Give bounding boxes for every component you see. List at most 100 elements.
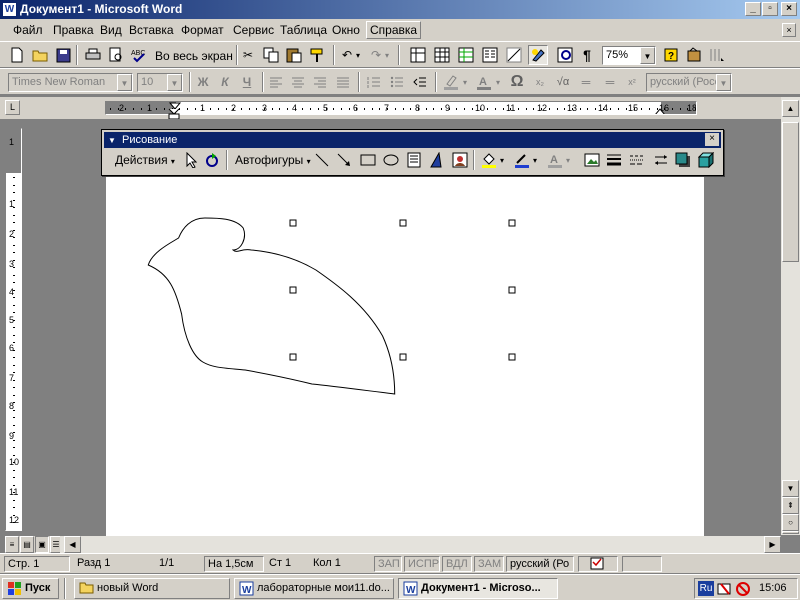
drawing-toolbar-title-bar[interactable]: ▼ Рисование × [104, 132, 721, 148]
line-color-icon[interactable] [512, 150, 532, 170]
selection-handle[interactable] [508, 219, 516, 227]
right-indent-marker[interactable] [654, 104, 668, 115]
redo-dropdown-icon[interactable]: ▾ [382, 45, 392, 65]
spelling-icon[interactable]: ABC [129, 45, 149, 65]
status-extend[interactable]: ВДЛ [442, 556, 472, 572]
menu-view[interactable]: Вид [100, 23, 122, 37]
document-map-icon[interactable] [555, 45, 575, 65]
arrow-style-icon[interactable] [651, 150, 671, 170]
show-formatting-icon[interactable]: ¶ [577, 45, 597, 65]
normal-view-button[interactable]: ≡ [5, 536, 19, 553]
status-language[interactable]: русский (Ро [506, 556, 574, 572]
menu-format[interactable]: Формат [181, 23, 224, 37]
copy-icon[interactable] [261, 45, 281, 65]
menu-file[interactable]: Файл [13, 23, 43, 37]
rectangle-tool-icon[interactable] [358, 150, 378, 170]
align-left-icon[interactable] [266, 72, 286, 92]
task-button-folder[interactable]: новый Word [74, 578, 230, 599]
selection-handle[interactable] [508, 353, 516, 361]
columns-icon[interactable] [480, 45, 500, 65]
task-button-document1[interactable]: W Документ1 - Microso... [398, 578, 558, 599]
help-icon[interactable]: ? [661, 45, 681, 65]
bullets-icon[interactable] [387, 72, 407, 92]
web-view-button[interactable]: ▤ [20, 536, 34, 553]
actions-menu-button[interactable]: Действия ▾ [115, 153, 175, 167]
clip-art-icon[interactable] [450, 150, 470, 170]
vertical-scroll-thumb[interactable] [782, 122, 799, 262]
task-button-lab-doc[interactable]: W лабораторные мои11.do... [234, 578, 394, 599]
menu-window[interactable]: Окно [332, 23, 360, 37]
spelling-status-icon[interactable] [578, 556, 618, 572]
antivirus-icon[interactable] [717, 581, 733, 600]
menu-help[interactable]: Справка [366, 21, 422, 39]
align-center-icon[interactable] [288, 72, 308, 92]
numbering-icon[interactable] [364, 72, 384, 92]
start-button[interactable]: Пуск [2, 578, 59, 599]
office-assistant-icon[interactable] [684, 45, 704, 65]
document-close-button[interactable]: × [782, 23, 796, 37]
draw-font-color-icon[interactable]: A [545, 150, 565, 170]
volume-muted-icon[interactable] [735, 581, 751, 600]
document-page[interactable] [106, 130, 704, 536]
vertical-ruler[interactable]: 1 1 2 3 4 5 6 7 8 9 10 11 12 [5, 128, 22, 531]
highlight-dropdown-icon[interactable]: ▾ [460, 72, 470, 92]
font-size-dropdown-icon[interactable]: ▼ [167, 74, 182, 91]
undo-dropdown-icon[interactable]: ▾ [353, 45, 363, 65]
selection-handle[interactable] [289, 286, 297, 294]
scroll-right-button[interactable]: ▶ [764, 536, 781, 553]
open-folder-icon[interactable] [30, 45, 50, 65]
cut-icon[interactable]: ✂ [238, 45, 258, 65]
menu-insert[interactable]: Вставка [129, 23, 174, 37]
horizontal-ruler[interactable]: L 211234567891011121314151618 [0, 97, 800, 120]
line-color-dropdown-icon[interactable]: ▾ [530, 150, 540, 170]
symbol-icon[interactable]: Ω [507, 72, 527, 92]
wordart-icon[interactable] [427, 150, 447, 170]
free-rotate-icon[interactable] [202, 150, 222, 170]
fill-color-dropdown-icon[interactable]: ▾ [497, 150, 507, 170]
insert-excel-icon[interactable] [456, 45, 476, 65]
paste-icon[interactable] [284, 45, 304, 65]
insert-table-icon[interactable] [432, 45, 452, 65]
dash-style-icon[interactable] [627, 150, 647, 170]
title-bar[interactable]: W Документ1 - Microsoft Word _ ▫ × [0, 0, 800, 19]
tables-borders-icon[interactable] [408, 45, 428, 65]
minimize-button[interactable]: _ [745, 2, 761, 16]
font-color-icon[interactable]: A [474, 72, 494, 92]
justify-icon[interactable] [333, 72, 353, 92]
ruler-track[interactable]: 211234567891011121314151618 [105, 101, 697, 115]
full-screen-button[interactable]: Во весь экран [155, 49, 233, 63]
selection-handle[interactable] [399, 219, 407, 227]
superscript-icon[interactable]: x² [622, 72, 642, 92]
scroll-left-button[interactable]: ◀ [64, 536, 81, 553]
selection-handle[interactable] [399, 353, 407, 361]
horizontal-scrollbar[interactable]: ◀ ▶ [60, 536, 781, 553]
select-browse-object-button[interactable]: ○ [782, 514, 799, 531]
new-document-icon[interactable] [7, 45, 27, 65]
zoom-select[interactable]: 75% ▼ [602, 46, 656, 65]
picture-icon[interactable] [582, 150, 602, 170]
drawing-icon[interactable] [504, 45, 524, 65]
line-style-icon[interactable] [604, 150, 624, 170]
close-button[interactable]: × [781, 2, 797, 16]
scroll-up-button[interactable]: ▲ [782, 100, 799, 117]
drawing-toolbar-toggle-icon[interactable] [528, 45, 548, 65]
language-dropdown-icon[interactable]: ▼ [716, 74, 731, 91]
scroll-down-button[interactable]: ▼ [782, 480, 799, 497]
font-color-dropdown-icon[interactable]: ▾ [493, 72, 503, 92]
menu-table[interactable]: Таблица [280, 23, 327, 37]
fill-color-icon[interactable] [479, 150, 499, 170]
equation-icon[interactable]: √α [553, 72, 573, 92]
menu-edit[interactable]: Правка [53, 23, 94, 37]
language-indicator[interactable]: Ru [698, 581, 714, 596]
selection-handle[interactable] [289, 219, 297, 227]
bold-button[interactable]: Ж [193, 72, 213, 92]
shadow-icon[interactable] [673, 150, 693, 170]
align-right-icon[interactable] [310, 72, 330, 92]
status-track-changes[interactable]: ИСПР [404, 556, 440, 572]
selection-handle[interactable] [508, 286, 516, 294]
double-underline-icon[interactable]: ═ [576, 72, 596, 92]
zoom-dropdown-icon[interactable]: ▼ [640, 47, 655, 64]
selection-handle[interactable] [289, 353, 297, 361]
vertical-scrollbar[interactable]: ▲ ▼ ⇞ ○ [781, 97, 800, 535]
word-app-icon[interactable]: W [2, 2, 17, 17]
